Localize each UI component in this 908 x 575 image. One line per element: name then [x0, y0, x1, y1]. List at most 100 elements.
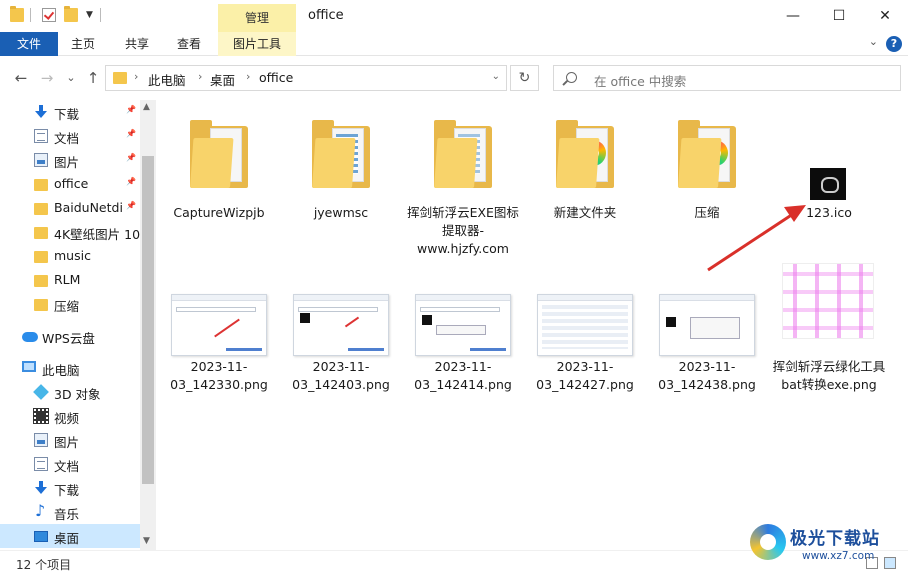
refresh-button[interactable]: ↻ [510, 65, 539, 91]
pin-icon[interactable]: 📌 [126, 177, 136, 186]
sidebar-item-label: 文档 [54, 131, 80, 146]
sidebar-item[interactable]: 此电脑 [0, 356, 140, 380]
pin-icon[interactable]: 📌 [126, 105, 136, 114]
window-title: office [308, 8, 344, 23]
download-icon [34, 105, 48, 119]
video-icon [33, 408, 49, 424]
folder-icon [678, 120, 736, 188]
ribbon-collapse-icon[interactable]: ⌄ [869, 35, 878, 48]
file-list: CaptureWizpjb jyewmsc 挥剑斩浮云EXE图标提取器-www.hj… [160, 100, 908, 550]
file-name: jyewmsc [313, 205, 369, 220]
tab-picture-tools[interactable]: 图片工具 [218, 32, 296, 56]
address-bar[interactable]: › 此电脑 › 桌面 › office ⌄ [105, 65, 507, 91]
sidebar-item[interactable]: RLM [0, 268, 140, 292]
scroll-down-icon[interactable]: ▼ [143, 536, 150, 546]
folder-icon [34, 251, 48, 263]
quick-access-dropdown-icon[interactable]: ▼ [86, 10, 93, 20]
sidebar-item-label: office [54, 176, 89, 191]
music-icon [34, 501, 48, 520]
folder-icon [312, 120, 370, 188]
manage-tab-group[interactable]: 管理 [218, 4, 296, 32]
file-name: 2023-11-03_142330.png [170, 359, 268, 392]
minimize-button[interactable]: — [770, 0, 816, 32]
sidebar-item[interactable]: 文档 📌 [0, 124, 140, 148]
pin-icon[interactable]: 📌 [126, 201, 136, 210]
folder-icon [34, 203, 48, 215]
desktop-icon [34, 531, 48, 542]
sidebar-item[interactable]: 音乐 [0, 500, 140, 524]
tab-share[interactable]: 共享 [112, 32, 162, 56]
ribbon-tabs: 文件 主页 共享 查看 图片工具 ⌄ ? [0, 32, 908, 56]
sidebar-item-label: music [54, 248, 91, 263]
tab-file[interactable]: 文件 [0, 32, 58, 56]
sidebar-item[interactable]: 图片 [0, 428, 140, 452]
folder-icon [34, 275, 48, 287]
sidebar-item[interactable]: 下载 📌 [0, 100, 140, 124]
sidebar-item[interactable]: 视频 [0, 404, 140, 428]
sidebar-item-label: 4K壁纸图片 108 [54, 227, 140, 242]
breadcrumb-desktop[interactable]: 桌面 [210, 70, 235, 89]
separator [100, 8, 101, 22]
sidebar-scrollbar[interactable]: ▲ ▼ [140, 100, 156, 550]
navigation-pane: 下载 📌 文档 📌 图片 📌 office 📌 BaiduNetdis 📌 4K壁纸图片 108 mu… [0, 100, 156, 550]
sidebar-item-label: 音乐 [54, 507, 80, 522]
sidebar-item-label: 图片 [54, 435, 80, 450]
pin-icon[interactable]: 📌 [126, 129, 136, 138]
screenshot-thumbnail [171, 294, 267, 356]
breadcrumb-this-pc[interactable]: 此电脑 [148, 70, 186, 89]
scroll-thumb[interactable] [142, 156, 154, 484]
breadcrumb-separator[interactable]: › [198, 70, 202, 83]
sidebar-item[interactable]: 文档 [0, 452, 140, 476]
breadcrumb-separator[interactable]: › [246, 70, 250, 83]
help-icon[interactable]: ? [886, 36, 902, 52]
up-arrow-icon[interactable]: ↑ [84, 68, 102, 88]
back-arrow-icon[interactable]: ← [12, 68, 30, 88]
folder-icon[interactable] [10, 6, 24, 22]
ico-thumbnail-icon [810, 168, 846, 200]
maximize-button[interactable]: ☐ [816, 0, 862, 32]
folder-icon [34, 227, 48, 239]
scroll-up-icon[interactable]: ▲ [143, 102, 150, 112]
sidebar-item[interactable]: 下载 [0, 476, 140, 500]
close-button[interactable]: ✕ [862, 0, 908, 32]
tab-view[interactable]: 查看 [164, 32, 214, 56]
new-folder-icon[interactable] [64, 6, 78, 22]
sidebar-item-label: 下载 [54, 107, 80, 122]
title-bar: ▼ 管理 office — ☐ ✕ [0, 0, 908, 32]
watermark-title: 极光下载站 [790, 529, 880, 549]
file-name: 2023-11-03_142414.png [414, 359, 512, 392]
folder-icon [34, 299, 48, 311]
search-icon [566, 72, 577, 83]
tab-home[interactable]: 主页 [58, 32, 108, 56]
sidebar-item[interactable]: office 📌 [0, 172, 140, 196]
breadcrumb-office[interactable]: office [259, 70, 293, 85]
sidebar-item-label: 桌面 [54, 531, 80, 546]
folder-icon [556, 120, 614, 188]
recent-locations-chevron-icon[interactable]: ⌄ [62, 68, 80, 88]
file-name: 123.ico [806, 205, 852, 220]
breadcrumb-separator[interactable]: › [134, 70, 138, 83]
pin-icon[interactable]: 📌 [126, 153, 136, 162]
file-name: 压缩 [694, 205, 720, 220]
search-input[interactable]: 在 office 中搜索 [553, 65, 901, 91]
sidebar-item[interactable]: 桌面 [0, 524, 140, 548]
separator [30, 8, 31, 22]
sidebar-item[interactable]: BaiduNetdis 📌 [0, 196, 140, 220]
sidebar-item[interactable]: 3D 对象 [0, 380, 140, 404]
picture-icon [34, 153, 48, 167]
file-name: 2023-11-03_142438.png [658, 359, 756, 392]
cube-icon [33, 384, 49, 400]
sidebar-item[interactable]: music [0, 244, 140, 268]
address-dropdown-icon[interactable]: ⌄ [492, 71, 500, 82]
file-name: CaptureWizpjb [173, 205, 265, 220]
properties-check-icon[interactable] [42, 8, 56, 22]
forward-arrow-icon[interactable]: → [38, 68, 56, 88]
sidebar-item[interactable]: 图片 📌 [0, 148, 140, 172]
sidebar-item[interactable]: 4K壁纸图片 108 [0, 220, 140, 244]
file-name: 2023-11-03_142427.png [536, 359, 634, 392]
watermark-url: www.xz7.com [802, 550, 875, 562]
file-name: 新建文件夹 [553, 205, 617, 220]
sidebar-item[interactable]: 压缩 [0, 292, 140, 316]
sidebar-item-label: 文档 [54, 459, 80, 474]
sidebar-item[interactable]: WPS云盘 [0, 324, 140, 348]
